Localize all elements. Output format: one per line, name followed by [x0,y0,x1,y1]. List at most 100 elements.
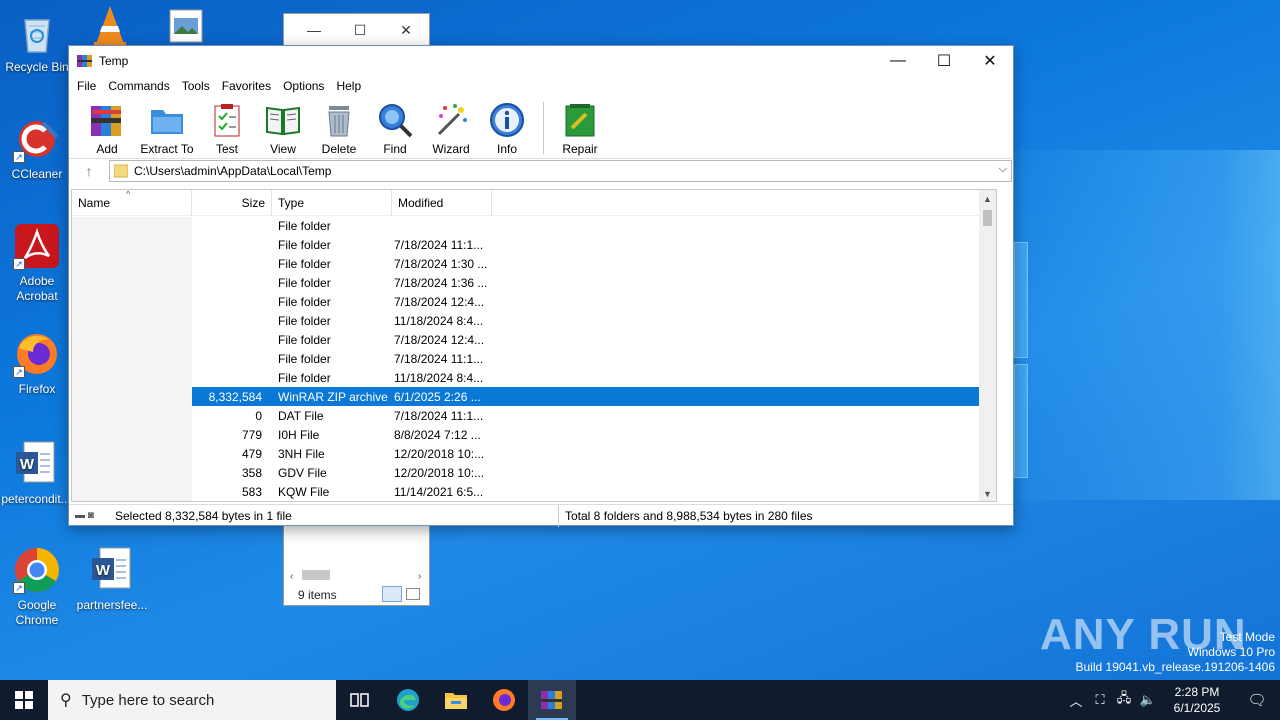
recycle-bin-icon [13,8,61,56]
menu-file[interactable]: File [71,79,102,93]
chrome-icon: ↗ [13,546,61,594]
add-button[interactable]: Add [79,102,135,156]
find-button[interactable]: Find [367,102,423,156]
taskbar-file-explorer[interactable] [432,680,480,720]
start-button[interactable] [0,680,48,720]
table-row[interactable]: ..File folder [72,216,996,235]
svg-text:W: W [96,562,111,579]
table-row[interactable]: {9EE293E3-390D...File folder7/18/2024 11… [72,235,996,254]
row-modified: 12/20/2018 10:... [394,465,485,480]
table-row[interactable]: 0yt4hh4o.gdv358GDV File12/20/2018 10:... [72,463,996,482]
row-type: File folder [278,294,331,309]
device-icon[interactable]: ⛶ [1088,692,1112,708]
address-bar: ↑ C:\Users\admin\AppData\Local\Temp ⌵ [69,158,1013,182]
row-type: File folder [278,370,331,385]
up-arrow-icon[interactable]: ↑ [69,163,109,179]
table-row[interactable]: VBEFile folder11/18/2024 8:4... [72,368,996,387]
row-modified: 7/18/2024 11:1... [394,351,484,366]
taskbar-winrar[interactable] [528,680,576,720]
status-selected-text: Selected 8,332,584 bytes in 1 file [115,508,292,523]
table-row[interactable]: 0k4yaevr.3nh4793NH File12/20/2018 10:... [72,444,996,463]
menu-favorites[interactable]: Favorites [216,79,277,93]
wizard-button[interactable]: Wizard [423,102,479,156]
winrar-titlebar[interactable]: Temp [69,46,1013,76]
table-row[interactable]: 22657716670.zip8,332,584WinRAR ZIP archi… [72,387,996,406]
table-row[interactable]: acrord32_super_...File folder7/18/2024 1… [72,292,996,311]
scroll-thumb[interactable] [983,210,992,226]
close-button[interactable]: ✕ [967,46,1013,76]
network-icon[interactable]: 🖧 [1112,689,1136,711]
taskbar-edge[interactable] [384,680,432,720]
notification-icon[interactable]: 🗨 [1234,691,1280,709]
table-row[interactable]: {C3D8E96E-C1A...0DAT File7/18/2024 11:1.… [72,406,996,425]
repair-button[interactable]: Repair [552,102,608,156]
file-list[interactable]: Name ^ Size Type Modified ..File folder{9… [71,189,997,502]
task-view-button[interactable] [336,680,384,720]
row-type: File folder [278,237,331,252]
explorer-horizontal-scrollbar[interactable]: ‹ › [288,567,426,583]
menu-options[interactable]: Options [277,79,330,93]
path-field[interactable]: C:\Users\admin\AppData\Local\Temp ⌵ [109,159,1012,182]
minimize-button[interactable]: — [875,46,921,76]
table-row[interactable]: LowFile folder7/18/2024 12:4... [72,330,996,349]
row-type: File folder [278,313,331,328]
details-view-icon[interactable] [382,586,402,602]
list-header: Name ^ Size Type Modified [72,190,996,216]
chevron-up-icon[interactable]: ︿ [1064,691,1088,710]
close-icon[interactable]: ✕ [383,22,429,39]
status-selected: ▬ ◙ Selected 8,332,584 bytes in 1 file [69,504,559,527]
svg-text:W: W [20,456,35,473]
svg-text:›: › [418,571,421,582]
desktop-icon-word-doc-2[interactable]: W partnersfee... [76,546,148,613]
scroll-up-icon[interactable]: ▲ [983,194,992,204]
table-row[interactable]: DiagnosticsFile folder11/18/2024 8:4... [72,311,996,330]
word-doc-icon: W [12,440,60,488]
extract-to-button[interactable]: Extract To [135,102,199,156]
minimize-icon[interactable]: — [291,22,337,38]
test-button[interactable]: Test [199,102,255,156]
view-label: View [270,142,296,156]
menu-commands[interactable]: Commands [102,79,175,93]
winrar-window[interactable]: Temp — ☐ ✕ File Commands Tools Favorites… [68,45,1014,527]
desktop-icon-ccleaner[interactable]: ↗ CCleaner [1,115,73,182]
large-icons-view-icon[interactable] [406,588,420,600]
column-header-name[interactable]: Name ^ [72,190,192,216]
desktop-icon-chrome[interactable]: ↗ Google Chrome [1,546,73,628]
desktop-icon-recycle-bin[interactable]: Recycle Bin [1,8,73,75]
column-header-size[interactable]: Size [192,190,272,216]
row-modified: 7/18/2024 11:1... [394,237,484,252]
row-size: 583 [241,484,262,499]
row-size: 0 [255,408,262,423]
maximize-button[interactable]: ☐ [921,46,967,76]
view-button[interactable]: View [255,102,311,156]
table-row[interactable]: acrocef_lowFile folder7/18/2024 1:36 ... [72,273,996,292]
folder-icon [114,164,128,177]
delete-button[interactable]: Delete [311,102,367,156]
table-row[interactable]: Outlook LoggingFile folder7/18/2024 11:1… [72,349,996,368]
clock[interactable]: 2:28 PM 6/1/2025 [1160,684,1234,716]
watermark-build: Build 19041.vb_release.191206-1406 [1075,660,1276,674]
vertical-scrollbar[interactable]: ▲ ▼ [979,190,996,501]
taskbar-firefox[interactable] [480,680,528,720]
table-row[interactable]: 0c1ceohs.i0h779I0H File8/8/2024 7:12 ... [72,425,996,444]
row-type: WinRAR ZIP archive [278,389,388,404]
desktop-icon-acrobat[interactable]: ↗ Adobe Acrobat [1,222,73,304]
maximize-icon[interactable]: ☐ [337,22,383,39]
table-row[interactable]: acrobat_sbxFile folder7/18/2024 1:30 ... [72,254,996,273]
winrar-icon [541,691,562,709]
chevron-down-icon[interactable]: ⌵ [999,163,1007,176]
menu-help[interactable]: Help [330,79,367,93]
column-header-modified[interactable]: Modified [392,190,492,216]
column-header-type[interactable]: Type [272,190,392,216]
scroll-down-icon[interactable]: ▼ [983,489,992,499]
desktop-icon-word-doc-1[interactable]: W petercondit... [0,440,72,507]
view-book-icon [266,106,300,136]
info-button[interactable]: Info [479,102,535,156]
file-explorer-icon [445,693,467,709]
menu-tools[interactable]: Tools [176,79,216,93]
desktop-icon-firefox[interactable]: ↗ Firefox [1,330,73,397]
volume-icon[interactable]: 🔈 [1136,692,1160,708]
table-row[interactable]: 1w1u0d2q.kqw583KQW File11/14/2021 6:5... [72,482,996,501]
taskbar-search-box[interactable]: ⚲ Type here to search [48,680,336,720]
task-view-icon [350,693,369,707]
